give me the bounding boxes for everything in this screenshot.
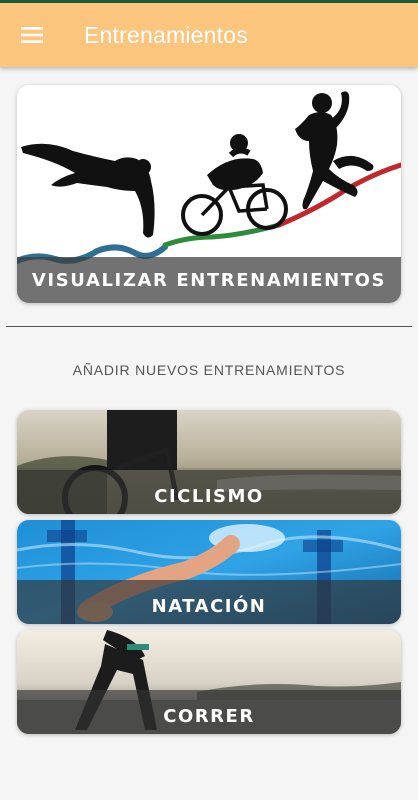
swimming-label-bar: Natación bbox=[17, 580, 401, 624]
page-title: Entrenamientos bbox=[84, 21, 248, 48]
menu-button[interactable] bbox=[0, 3, 64, 67]
running-card[interactable]: Correr bbox=[17, 630, 401, 734]
running-label: Correr bbox=[163, 705, 255, 727]
view-trainings-card[interactable]: Visualizar Entrenamientos bbox=[17, 85, 401, 303]
cycling-card[interactable]: Ciclismo bbox=[17, 410, 401, 514]
cycling-label-bar: Ciclismo bbox=[17, 470, 401, 514]
hero-label-bar: Visualizar Entrenamientos bbox=[17, 257, 401, 303]
swimming-card[interactable]: Natación bbox=[17, 520, 401, 624]
section-divider bbox=[6, 326, 412, 327]
app-bar: Entrenamientos bbox=[0, 3, 418, 67]
hamburger-menu-icon bbox=[21, 27, 43, 43]
running-label-bar: Correr bbox=[17, 690, 401, 734]
add-trainings-heading: Añadir nuevos entrenamientos bbox=[72, 362, 346, 378]
view-trainings-label: Visualizar Entrenamientos bbox=[31, 269, 387, 291]
cycling-label: Ciclismo bbox=[154, 485, 264, 507]
swimming-label: Natación bbox=[151, 595, 267, 617]
